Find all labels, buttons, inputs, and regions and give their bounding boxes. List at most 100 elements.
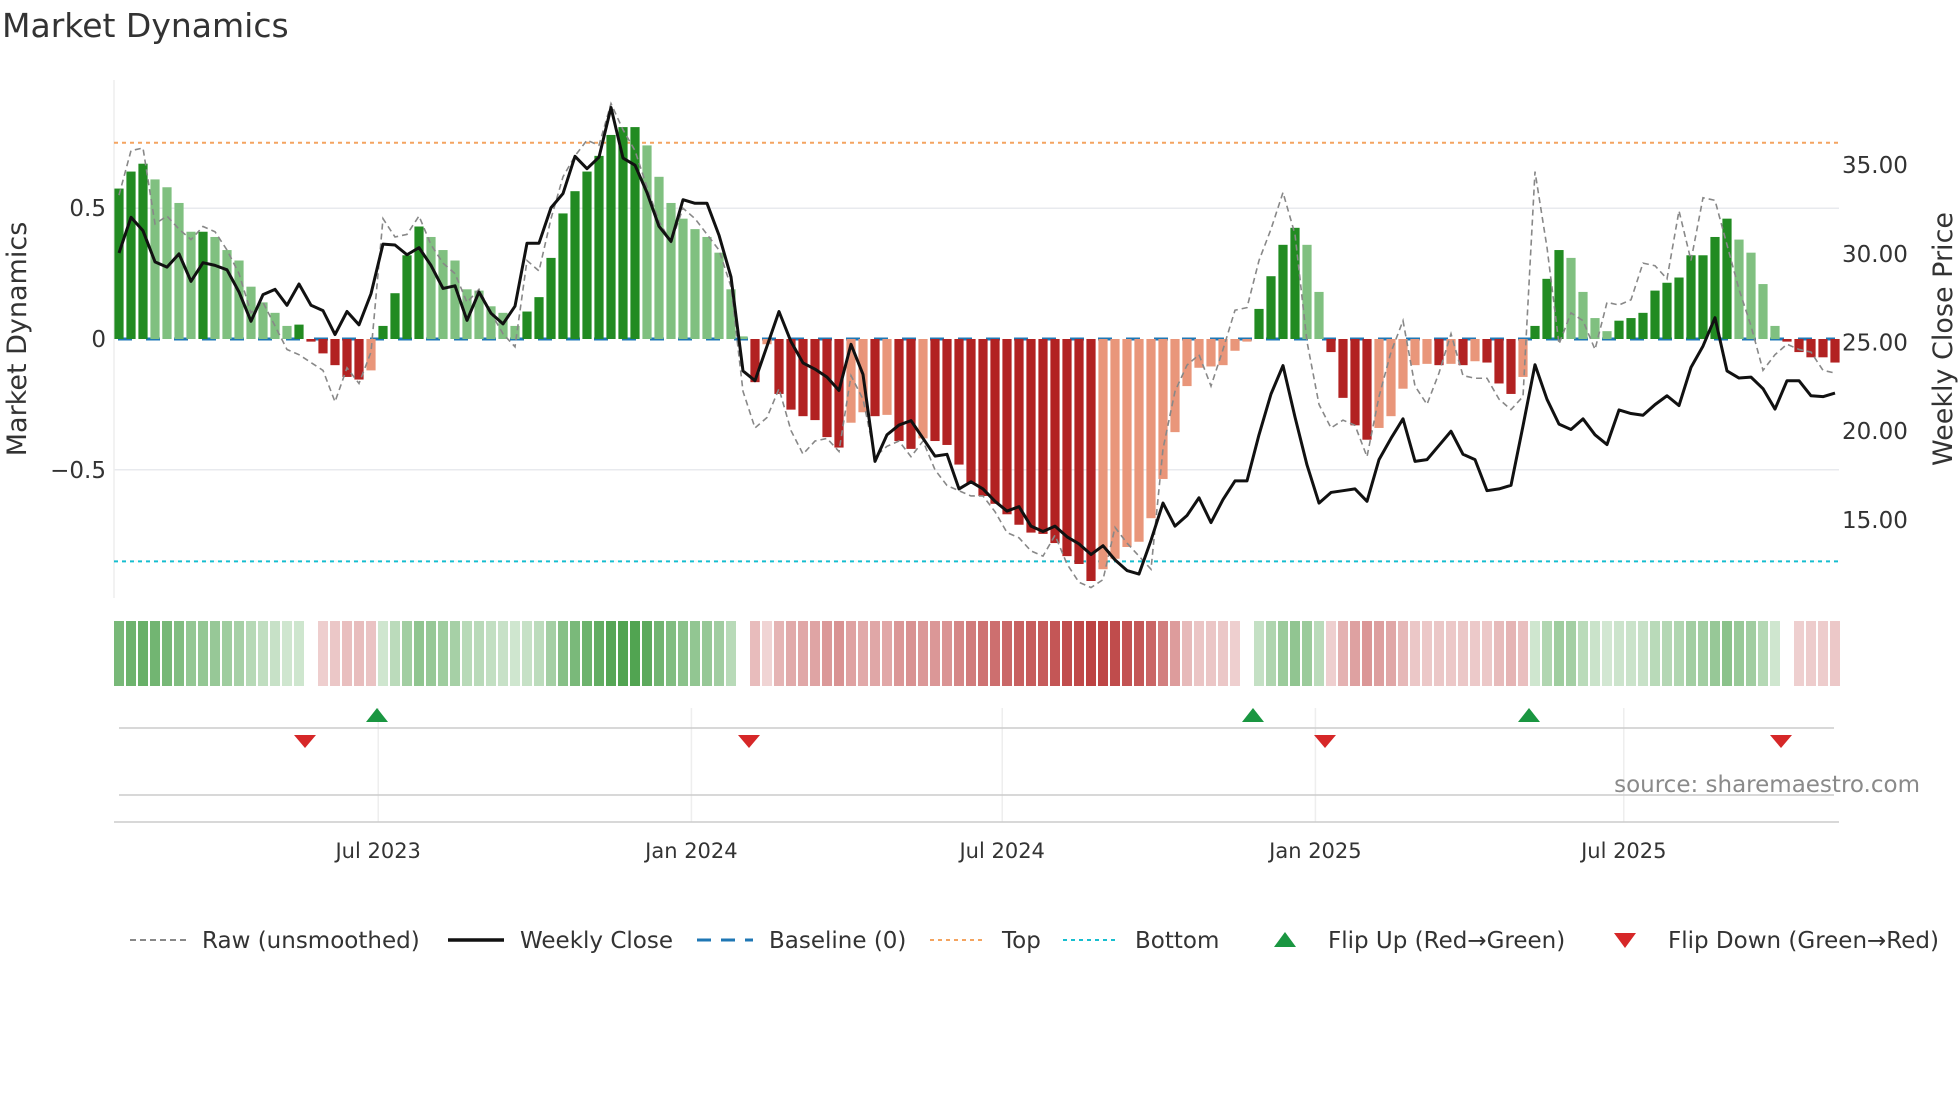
momentum-bar — [1194, 339, 1204, 368]
momentum-bar — [1542, 278, 1552, 339]
momentum-bar — [678, 218, 688, 339]
strip-cell — [162, 621, 172, 686]
momentum-bar — [1578, 291, 1588, 339]
y-tick-label: 0.5 — [69, 196, 106, 222]
momentum-bar — [1530, 325, 1540, 339]
momentum-bar — [1074, 339, 1084, 564]
strip-cell — [894, 621, 904, 686]
momentum-bar — [1470, 339, 1480, 362]
momentum-bar — [546, 257, 556, 339]
momentum-bar — [1566, 257, 1576, 339]
momentum-bar — [1266, 276, 1276, 339]
momentum-bar — [1134, 339, 1144, 542]
momentum-bar — [1830, 339, 1840, 363]
momentum-bar — [342, 339, 352, 377]
momentum-bar — [1314, 291, 1324, 339]
strip-cell — [1650, 621, 1660, 686]
strip-cell — [1746, 621, 1756, 686]
momentum-bar — [1458, 339, 1468, 366]
y-axis-label-left: Market Dynamics — [2, 222, 33, 457]
flip-down-marker — [1770, 735, 1792, 748]
strip-cell — [234, 621, 244, 686]
momentum-bar — [606, 134, 616, 339]
strip-cell — [1794, 621, 1804, 686]
momentum-bar — [942, 339, 952, 445]
momentum-bar — [642, 145, 652, 339]
strip-cell — [1086, 621, 1096, 686]
source-credit: source: sharemaestro.com — [1614, 772, 1920, 798]
strip-cell — [474, 621, 484, 686]
momentum-bar — [1806, 339, 1816, 358]
legend-label-flip_up: Flip Up (Red→Green) — [1328, 928, 1565, 954]
momentum-bar — [954, 339, 964, 465]
strip-cell — [1446, 621, 1456, 686]
momentum-bar — [1062, 339, 1072, 557]
momentum-bar — [822, 339, 832, 438]
strip-cell — [846, 621, 856, 686]
momentum-bar — [1326, 339, 1336, 353]
momentum-bar — [1698, 255, 1708, 339]
momentum-bar — [966, 339, 976, 483]
strip-cell — [426, 621, 436, 686]
momentum-bar — [174, 202, 184, 339]
strip-cell — [1626, 621, 1636, 686]
x-tick-label: Jan 2025 — [1267, 839, 1362, 863]
strip-cell — [1758, 621, 1768, 686]
momentum-bar — [870, 339, 880, 417]
strip-cell — [1074, 621, 1084, 686]
strip-cell — [294, 621, 304, 686]
strip-cell — [330, 621, 340, 686]
momentum-bar — [1050, 339, 1060, 544]
strip-cell — [1314, 621, 1324, 686]
momentum-bar — [1662, 282, 1672, 339]
strip-cell — [174, 621, 184, 686]
momentum-bar — [1338, 339, 1348, 398]
strip-cell — [702, 621, 712, 686]
strip-cell — [906, 621, 916, 686]
strip-cell — [642, 621, 652, 686]
y-right-tick-label: 20.00 — [1842, 419, 1908, 445]
strip-cell — [858, 621, 868, 686]
flip-up-marker — [366, 708, 388, 722]
strip-cell — [1266, 621, 1276, 686]
y-tick-label: 0 — [91, 327, 106, 353]
strip-cell — [1674, 621, 1684, 686]
momentum-bar — [1482, 339, 1492, 363]
strip-cell — [486, 621, 496, 686]
strip-cell — [1566, 621, 1576, 686]
momentum-bar — [1362, 339, 1372, 440]
momentum-bar — [1182, 339, 1192, 387]
strip-cell — [942, 621, 952, 686]
momentum-bar — [1014, 339, 1024, 525]
momentum-bar — [1386, 339, 1396, 417]
flip-up-marker — [1518, 708, 1540, 722]
strip-cell — [390, 621, 400, 686]
strip-cell — [1434, 621, 1444, 686]
x-tick-label: Jul 2023 — [333, 839, 420, 863]
strip-cell — [1830, 621, 1840, 686]
strip-cell — [1230, 621, 1240, 686]
strip-cell — [1638, 621, 1648, 686]
momentum-bar — [1410, 339, 1420, 366]
momentum-bar — [690, 229, 700, 339]
momentum-bar — [882, 339, 892, 415]
momentum-bar — [1746, 252, 1756, 339]
strip-cell — [450, 621, 460, 686]
momentum-bar — [294, 324, 304, 339]
momentum-bar — [282, 325, 292, 339]
strip-cell — [354, 621, 364, 686]
momentum-bar — [402, 255, 412, 339]
flip-up-icon — [1274, 932, 1296, 947]
strip-cell — [666, 621, 676, 686]
momentum-bar — [1674, 277, 1684, 339]
strip-cell — [606, 621, 616, 686]
strip-cell — [978, 621, 988, 686]
momentum-bar — [522, 311, 532, 339]
raw-line — [118, 101, 1836, 589]
strip-cell — [126, 621, 136, 686]
strip-cell — [990, 621, 1000, 686]
momentum-bar — [126, 171, 136, 339]
strip-cell — [378, 621, 388, 686]
axes: 0.5 0 −0.5 35.00 30.00 25.00 20.00 15.00 Jul 202… — [50, 153, 1908, 863]
strip-cell — [1614, 621, 1624, 686]
